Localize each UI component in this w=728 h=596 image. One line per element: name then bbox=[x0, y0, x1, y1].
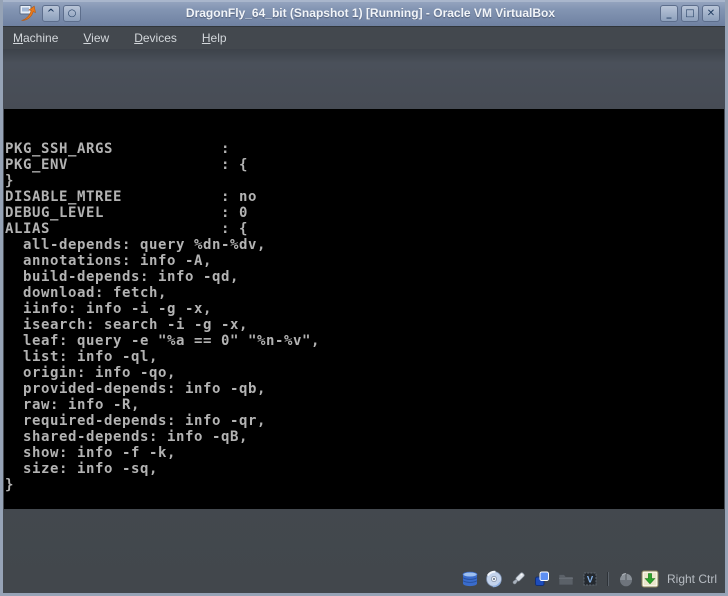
console-line: leaf: query -e "%a == 0" "%n-%v", bbox=[5, 333, 724, 349]
vm-display-area: PKG_SSH_ARGS :PKG_ENV : {}DISABLE_MTREE … bbox=[3, 49, 725, 593]
console-line: required-depends: info -qr, bbox=[5, 413, 724, 429]
titlebar: ^ ○ DragonFly_64_bit (Snapshot 1) [Runni… bbox=[3, 0, 725, 26]
console-line: PKG_SSH_ARGS : bbox=[5, 141, 724, 157]
close-button[interactable]: ✕ bbox=[702, 5, 720, 22]
minimize-button[interactable]: _ bbox=[660, 5, 678, 22]
menu-help[interactable]: Help bbox=[202, 31, 227, 45]
maximize-button[interactable]: □ bbox=[681, 5, 699, 22]
console-line: origin: info -qo, bbox=[5, 365, 724, 381]
optical-drives-icon[interactable] bbox=[485, 570, 503, 588]
guest-console[interactable]: PKG_SSH_ARGS :PKG_ENV : {}DISABLE_MTREE … bbox=[4, 109, 724, 509]
console-line: size: info -sq, bbox=[5, 461, 724, 477]
virtualbox-window: ^ ○ DragonFly_64_bit (Snapshot 1) [Runni… bbox=[0, 0, 728, 596]
console-line: PKG_ENV : { bbox=[5, 157, 724, 173]
console-line: isearch: search -i -g -x, bbox=[5, 317, 724, 333]
console-line: DEBUG_LEVEL : 0 bbox=[5, 205, 724, 221]
hard-disks-icon[interactable] bbox=[461, 570, 479, 588]
statusbar: V bbox=[3, 509, 725, 593]
svg-text:V: V bbox=[587, 575, 594, 586]
console-line: } bbox=[5, 477, 724, 493]
console-line: DISABLE_MTREE : no bbox=[5, 189, 724, 205]
console-line: list: info -ql, bbox=[5, 349, 724, 365]
console-output: PKG_SSH_ARGS :PKG_ENV : {}DISABLE_MTREE … bbox=[5, 141, 724, 509]
shared-folders-icon[interactable] bbox=[557, 570, 575, 588]
console-line: provided-depends: info -qb, bbox=[5, 381, 724, 397]
hostkey-label: Right Ctrl bbox=[667, 572, 717, 586]
virtualbox-app-icon[interactable] bbox=[17, 3, 39, 23]
console-line: } bbox=[5, 173, 724, 189]
console-line: shared-depends: info -qB, bbox=[5, 429, 724, 445]
console-line: annotations: info -A, bbox=[5, 253, 724, 269]
console-line bbox=[5, 493, 724, 509]
statusbar-separator bbox=[607, 572, 609, 586]
console-line: show: info -f -k, bbox=[5, 445, 724, 461]
menu-machine[interactable]: Machine bbox=[13, 31, 58, 45]
console-line: build-depends: info -qd, bbox=[5, 269, 724, 285]
host-key-state-icon[interactable] bbox=[641, 570, 659, 588]
keep-above-button[interactable]: ^ bbox=[42, 5, 60, 22]
console-line: ALIAS : { bbox=[5, 221, 724, 237]
window-title: DragonFly_64_bit (Snapshot 1) [Running] … bbox=[84, 6, 657, 20]
menu-devices[interactable]: Devices bbox=[134, 31, 177, 45]
all-desktops-button[interactable]: ○ bbox=[63, 5, 81, 22]
menubar: Machine View Devices Help bbox=[3, 26, 725, 49]
menu-view[interactable]: View bbox=[83, 31, 109, 45]
console-line: raw: info -R, bbox=[5, 397, 724, 413]
console-line: download: fetch, bbox=[5, 285, 724, 301]
console-line: all-depends: query %dn-%dv, bbox=[5, 237, 724, 253]
usb-devices-icon[interactable] bbox=[509, 570, 527, 588]
mouse-integration-icon[interactable] bbox=[617, 570, 635, 588]
network-adapters-icon[interactable] bbox=[533, 570, 551, 588]
console-line: iinfo: info -i -g -x, bbox=[5, 301, 724, 317]
virtualization-features-icon[interactable]: V bbox=[581, 570, 599, 588]
